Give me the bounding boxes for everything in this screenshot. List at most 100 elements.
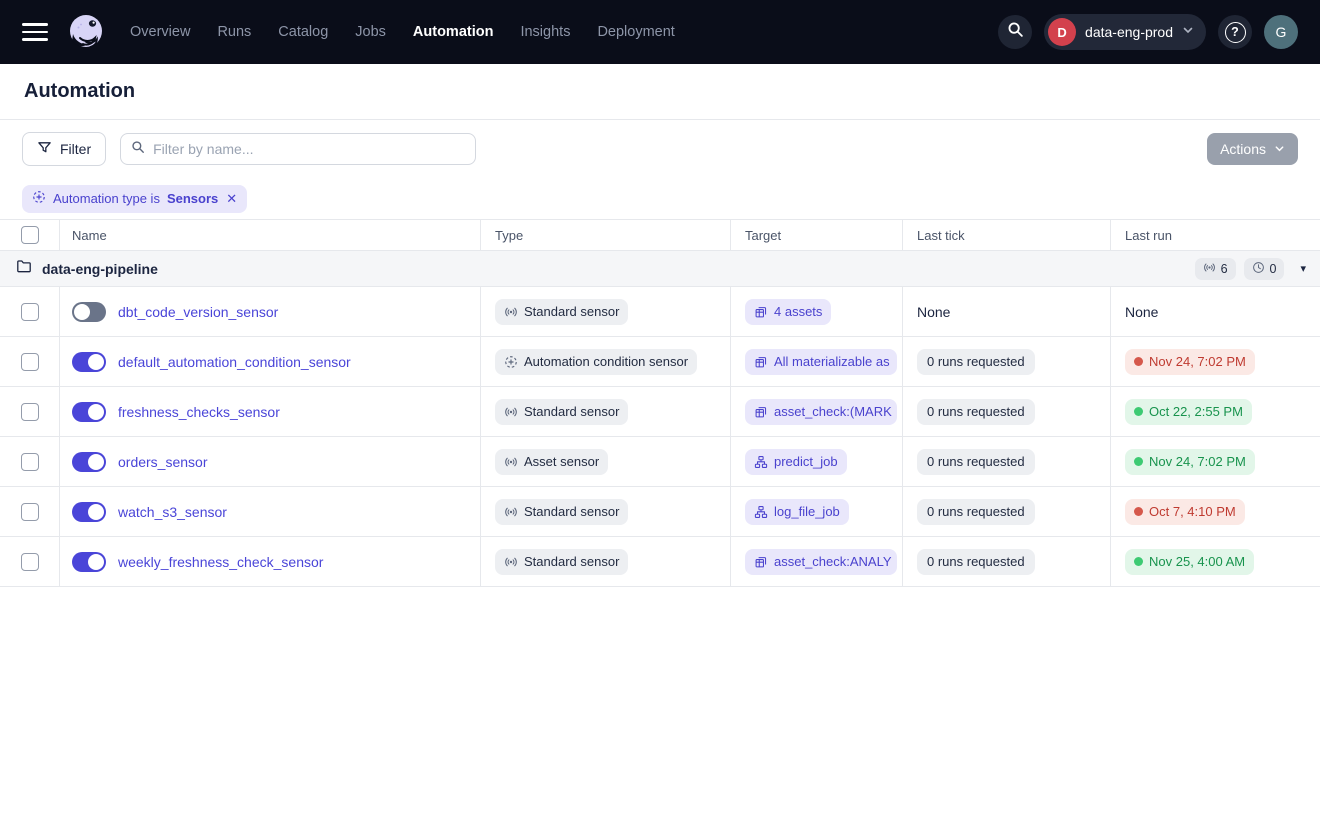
- target-badge[interactable]: 4 assets: [745, 299, 831, 325]
- row-checkbox[interactable]: [21, 453, 39, 471]
- last-tick-badge: 0 runs requested: [917, 349, 1035, 375]
- sensor-enabled-toggle[interactable]: [72, 352, 106, 372]
- row-checkbox[interactable]: [21, 353, 39, 371]
- sensor-icon: [504, 505, 518, 519]
- last-run-badge[interactable]: Nov 25, 4:00 AM: [1125, 549, 1254, 575]
- name-filter-box: [120, 133, 476, 165]
- sensor-enabled-toggle[interactable]: [72, 302, 106, 322]
- sensor-enabled-toggle[interactable]: [72, 452, 106, 472]
- sensor-enabled-toggle[interactable]: [72, 552, 106, 572]
- column-header-target: Target: [731, 220, 903, 250]
- asset-icon: [754, 555, 768, 569]
- folder-icon: [16, 258, 32, 279]
- schedule-count-badge: 0: [1244, 258, 1285, 280]
- row-checkbox[interactable]: [21, 303, 39, 321]
- last-tick-badge: 0 runs requested: [917, 449, 1035, 475]
- target-badge[interactable]: asset_check:(MARK: [745, 399, 897, 425]
- type-badge: Standard sensor: [495, 399, 628, 425]
- last-run-badge[interactable]: Nov 24, 7:02 PM: [1125, 449, 1255, 475]
- sensor-name-link[interactable]: weekly_freshness_check_sensor: [118, 554, 323, 570]
- table-header: Name Type Target Last tick Last run: [0, 220, 1320, 251]
- row-checkbox[interactable]: [21, 553, 39, 571]
- run-status-dot: [1134, 457, 1143, 466]
- actions-button[interactable]: Actions: [1207, 133, 1298, 165]
- run-status-dot: [1134, 357, 1143, 366]
- last-tick-value: None: [917, 304, 950, 320]
- last-tick-badge: 0 runs requested: [917, 499, 1035, 525]
- primary-nav: Overview Runs Catalog Jobs Automation Insight…: [130, 24, 675, 40]
- automation-icon: [504, 355, 518, 369]
- sensor-icon: [1203, 261, 1216, 277]
- row-checkbox[interactable]: [21, 403, 39, 421]
- nav-item-overview[interactable]: Overview: [130, 24, 190, 40]
- last-run-badge[interactable]: Nov 24, 7:02 PM: [1125, 349, 1255, 375]
- filter-tag-value: Sensors: [167, 191, 218, 206]
- sensor-icon: [504, 305, 518, 319]
- sensor-name-link[interactable]: watch_s3_sensor: [118, 504, 227, 520]
- row-checkbox[interactable]: [21, 503, 39, 521]
- sensor-enabled-toggle[interactable]: [72, 502, 106, 522]
- active-filters-row: Automation type is Sensors ✕: [0, 178, 1320, 220]
- search-icon: [1007, 21, 1024, 43]
- table-row: freshness_checks_sensor Standard sensor as…: [0, 387, 1320, 437]
- nav-item-insights[interactable]: Insights: [520, 24, 570, 40]
- title-bar: Automation: [0, 64, 1320, 120]
- table-row: dbt_code_version_sensorStandard sensor4 …: [0, 287, 1320, 337]
- sensor-icon: [504, 405, 518, 419]
- table-row: watch_s3_sensor Standard sensor log_file_j…: [0, 487, 1320, 537]
- type-badge: Automation condition sensor: [495, 349, 697, 375]
- funnel-icon: [37, 140, 52, 158]
- toolbar: Filter Actions: [0, 120, 1320, 178]
- target-badge[interactable]: asset_check:ANALY: [745, 549, 897, 575]
- deployment-badge: D: [1048, 18, 1076, 46]
- nav-item-jobs[interactable]: Jobs: [355, 24, 386, 40]
- sensor-name-link[interactable]: dbt_code_version_sensor: [118, 304, 278, 320]
- table-row: orders_sensorAsset sensorpredict_job0 ru…: [0, 437, 1320, 487]
- sensor-name-link[interactable]: default_automation_condition_sensor: [118, 354, 351, 370]
- table-row: default_automation_condition_sensor Autom…: [0, 337, 1320, 387]
- last-run-badge[interactable]: Oct 7, 4:10 PM: [1125, 499, 1245, 525]
- filter-tag-automation-type[interactable]: Automation type is Sensors ✕: [22, 185, 247, 213]
- deployment-switcher[interactable]: D data-eng-prod: [1044, 14, 1206, 50]
- dagster-logo[interactable]: [66, 12, 106, 52]
- automation-condition-icon: [32, 190, 46, 207]
- code-location-group-row[interactable]: data-eng-pipeline 6 0 ▾: [0, 251, 1320, 287]
- last-tick-badge: 0 runs requested: [917, 399, 1035, 425]
- chevron-down-icon: [1274, 141, 1285, 157]
- sensor-name-link[interactable]: orders_sensor: [118, 454, 208, 470]
- column-header-last-run: Last run: [1111, 220, 1320, 250]
- run-status-dot: [1134, 557, 1143, 566]
- hamburger-menu-icon[interactable]: [22, 23, 48, 41]
- table-row: weekly_freshness_check_sensor Standard se…: [0, 537, 1320, 587]
- close-icon[interactable]: ✕: [226, 191, 237, 207]
- user-avatar[interactable]: G: [1264, 15, 1298, 49]
- target-badge[interactable]: log_file_job: [745, 499, 849, 525]
- nav-item-runs[interactable]: Runs: [217, 24, 251, 40]
- select-all-checkbox[interactable]: [21, 226, 39, 244]
- name-filter-input[interactable]: [153, 141, 465, 157]
- type-badge: Standard sensor: [495, 549, 628, 575]
- last-tick-badge: 0 runs requested: [917, 549, 1035, 575]
- type-badge: Standard sensor: [495, 499, 628, 525]
- collapse-caret-icon[interactable]: ▾: [1300, 262, 1306, 275]
- nav-item-catalog[interactable]: Catalog: [278, 24, 328, 40]
- nav-item-deployment[interactable]: Deployment: [597, 24, 674, 40]
- nav-item-automation[interactable]: Automation: [413, 24, 494, 40]
- sensor-enabled-toggle[interactable]: [72, 402, 106, 422]
- clock-icon: [1252, 261, 1265, 277]
- code-location-name: data-eng-pipeline: [42, 261, 158, 277]
- sensor-icon: [504, 455, 518, 469]
- top-nav: Overview Runs Catalog Jobs Automation Insight…: [0, 0, 1320, 64]
- job-icon: [754, 505, 768, 519]
- asset-icon: [754, 355, 768, 369]
- search-button[interactable]: [998, 15, 1032, 49]
- sensor-name-link[interactable]: freshness_checks_sensor: [118, 404, 280, 420]
- help-button[interactable]: ?: [1218, 15, 1252, 49]
- target-badge[interactable]: predict_job: [745, 449, 847, 475]
- asset-icon: [754, 305, 768, 319]
- target-badge[interactable]: All materializable as: [745, 349, 897, 375]
- sensor-count-badge: 6: [1195, 258, 1236, 280]
- filter-tag-text: Automation type is: [53, 191, 160, 206]
- filter-button[interactable]: Filter: [22, 132, 106, 166]
- last-run-badge[interactable]: Oct 22, 2:55 PM: [1125, 399, 1252, 425]
